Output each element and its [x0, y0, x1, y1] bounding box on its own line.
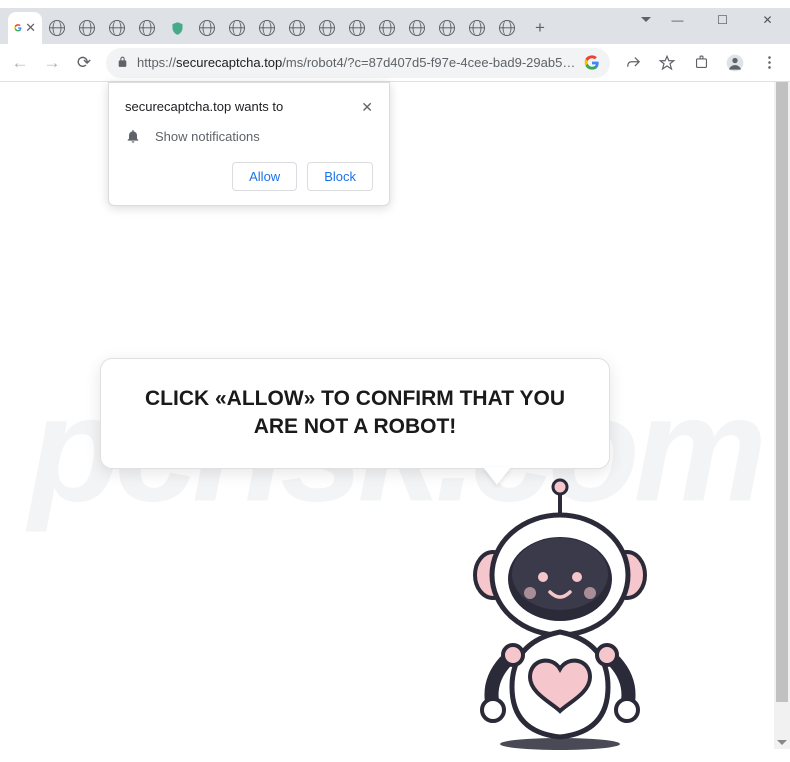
- reload-button[interactable]: ⟳: [70, 49, 98, 77]
- tab-item[interactable]: [342, 12, 372, 44]
- tab-item[interactable]: [402, 12, 432, 44]
- scroll-down-icon[interactable]: [777, 740, 787, 745]
- scrollbar[interactable]: [774, 82, 790, 749]
- tab-active[interactable]: ✕: [8, 12, 42, 44]
- permission-body-text: Show notifications: [155, 129, 260, 144]
- extensions-icon[interactable]: [686, 49, 716, 77]
- profile-icon[interactable]: [720, 49, 750, 77]
- tab-close-icon[interactable]: ✕: [25, 20, 36, 36]
- globe-icon: [499, 20, 515, 36]
- browser-toolbar: ← → ⟳ https://securecaptcha.top/ms/robot…: [0, 44, 790, 82]
- back-button[interactable]: ←: [6, 49, 34, 77]
- new-tab-button[interactable]: +: [526, 14, 554, 42]
- address-bar[interactable]: https://securecaptcha.top/ms/robot4/?c=8…: [106, 48, 610, 78]
- globe-icon: [379, 20, 395, 36]
- globe-icon: [229, 20, 245, 36]
- bell-icon: [125, 128, 141, 144]
- forward-button[interactable]: →: [38, 49, 66, 77]
- tab-item[interactable]: [102, 12, 132, 44]
- google-icon[interactable]: [584, 55, 600, 71]
- globe-icon: [49, 20, 65, 36]
- tab-item[interactable]: [162, 12, 192, 44]
- allow-button[interactable]: Allow: [232, 162, 297, 191]
- speech-text: CLICK «ALLOW» TO CONFIRM THAT YOU ARE NO…: [145, 387, 565, 438]
- globe-icon: [409, 20, 425, 36]
- window-controls: — ☐ ✕: [641, 0, 790, 40]
- star-icon[interactable]: [652, 49, 682, 77]
- robot-image: [435, 477, 685, 757]
- globe-icon: [439, 20, 455, 36]
- robot-shadow: [500, 738, 620, 750]
- globe-icon: [199, 20, 215, 36]
- globe-icon: [79, 20, 95, 36]
- url-text: https://securecaptcha.top/ms/robot4/?c=8…: [137, 55, 576, 70]
- tab-item[interactable]: [372, 12, 402, 44]
- tab-item[interactable]: [462, 12, 492, 44]
- tab-item[interactable]: [222, 12, 252, 44]
- tab-item[interactable]: [312, 12, 342, 44]
- menu-icon[interactable]: [754, 49, 784, 77]
- url-scheme: https://: [137, 55, 176, 70]
- permission-dialog: securecaptcha.top wants to ✕ Show notifi…: [108, 82, 390, 206]
- tab-item[interactable]: [492, 12, 522, 44]
- url-path: /ms/robot4/?c=87d407d5-f97e-4cee-bad9-29…: [282, 55, 576, 70]
- tab-item[interactable]: [252, 12, 282, 44]
- permission-close-icon[interactable]: ✕: [361, 99, 373, 116]
- tab-item[interactable]: [42, 12, 72, 44]
- tab-item[interactable]: [282, 12, 312, 44]
- tab-item[interactable]: [72, 12, 102, 44]
- permission-title: securecaptcha.top wants to: [125, 99, 283, 114]
- page-content: pcrisk.com securecaptcha.top wants to ✕ …: [0, 82, 790, 749]
- globe-icon: [259, 20, 275, 36]
- shield-icon: [169, 20, 185, 36]
- globe-icon: [109, 20, 125, 36]
- block-button[interactable]: Block: [307, 162, 373, 191]
- tab-item[interactable]: [192, 12, 222, 44]
- minimize-button[interactable]: —: [655, 5, 700, 35]
- tab-item[interactable]: [432, 12, 462, 44]
- url-domain: securecaptcha.top: [176, 55, 282, 70]
- speech-bubble: CLICK «ALLOW» TO CONFIRM THAT YOU ARE NO…: [100, 358, 610, 469]
- globe-icon: [349, 20, 365, 36]
- maximize-button[interactable]: ☐: [700, 5, 745, 35]
- globe-icon: [469, 20, 485, 36]
- lock-icon: [116, 55, 129, 71]
- chevron-down-icon[interactable]: [641, 17, 651, 22]
- tab-item[interactable]: [132, 12, 162, 44]
- close-window-button[interactable]: ✕: [745, 5, 790, 35]
- globe-icon: [139, 20, 155, 36]
- scrollbar-thumb[interactable]: [776, 82, 788, 702]
- globe-icon: [319, 20, 335, 36]
- globe-icon: [289, 20, 305, 36]
- google-favicon: [14, 20, 22, 36]
- share-icon[interactable]: [618, 49, 648, 77]
